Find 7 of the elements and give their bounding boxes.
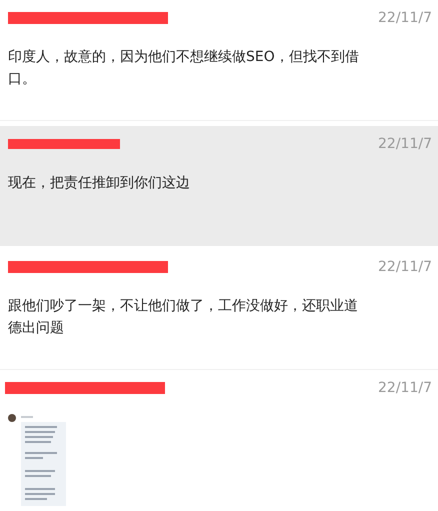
comment-date: 22/11/7 bbox=[378, 136, 432, 152]
comment-text: 跟他们吵了一架，不让他们做了，工作没做好，还职业道德出问题 bbox=[8, 297, 359, 338]
comment-date: 22/11/7 bbox=[378, 259, 432, 275]
comment-text: 现在，把责任推卸到你们这边 bbox=[8, 174, 191, 193]
comment-text: 印度人，故意的，因为他们不想继续做SEO，但找不到借口。 bbox=[8, 48, 360, 89]
comment-date: 22/11/7 bbox=[378, 380, 432, 396]
comment-date: 22/11/7 bbox=[378, 10, 432, 26]
